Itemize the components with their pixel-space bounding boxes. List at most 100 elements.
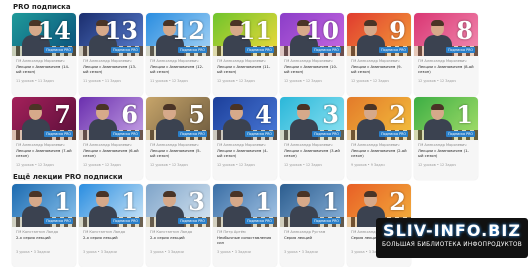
course-stats: 12 уроков • 12 Задач (418, 163, 456, 167)
course-card[interactable]: 6 Подписка PRO ГМ Александр Морозевич Ле… (79, 97, 143, 180)
course-title[interactable]: Лекции с Аминовичем (7-ой сезон) (16, 148, 72, 163)
course-thumbnail[interactable]: 13 Подписка PRO (79, 13, 143, 56)
course-title[interactable]: 2-х серия лекций (150, 235, 206, 250)
course-thumbnail[interactable]: 7 Подписка PRO (12, 97, 76, 140)
course-title[interactable]: Лекции с Аминовичем (14-ый сезон) (16, 64, 72, 79)
season-number: 2 (389, 187, 406, 216)
pro-badge: Подписка PRO (44, 131, 73, 137)
course-card[interactable]: 5 Подписка PRO ГМ Александр Морозевич Ле… (146, 97, 210, 180)
course-title[interactable]: 2-х серия лекций (16, 235, 72, 250)
course-card[interactable]: 1 Подписка PRO ГМ Петр Артём Необычные с… (213, 184, 277, 267)
course-thumbnail[interactable]: 2 Подписка PRO (347, 97, 411, 140)
course-card[interactable]: 12 Подписка PRO ГМ Александр Морозевич Л… (146, 13, 210, 96)
season-number: 13 (104, 16, 138, 45)
pro-badge: Подписка PRO (111, 47, 140, 53)
season-number: 1 (121, 187, 138, 216)
course-thumbnail[interactable]: 14 Подписка PRO (12, 13, 76, 56)
course-card[interactable]: 7 Подписка PRO ГМ Александр Морозевич Ле… (12, 97, 76, 180)
pro-badge: Подписка PRO (44, 218, 73, 224)
season-number: 9 (389, 16, 406, 45)
watermark-text: SLIV-INFO.BIZ (383, 221, 521, 240)
course-card[interactable]: 14 Подписка PRO ГМ Александр Морозевич Л… (12, 13, 76, 96)
pro-badge: Подписка PRO (446, 131, 475, 137)
course-thumbnail[interactable]: 4 Подписка PRO (213, 97, 277, 140)
course-title[interactable]: Лекции с Аминовичем (2-ой сезон) (351, 148, 407, 163)
pro-badge: Подписка PRO (245, 47, 274, 53)
course-thumbnail[interactable]: 6 Подписка PRO (79, 97, 143, 140)
course-card[interactable]: 1 Подписка PRO ГМ Александр Рустам Серия… (280, 184, 344, 267)
season-number: 1 (54, 187, 71, 216)
course-card[interactable]: 1 Подписка PRO ГМ Константин Ландa 2-х с… (79, 184, 143, 267)
course-title[interactable]: Лекции с Аминовичем (10-ый сезон) (284, 64, 340, 79)
pro-badge: Подписка PRO (178, 131, 207, 137)
course-title[interactable]: Лекции с Аминовичем (12-ый сезон) (150, 64, 206, 79)
season-number: 4 (255, 100, 272, 129)
course-stats: 12 уроков • 12 Задач (16, 163, 54, 167)
course-title[interactable]: Лекции с Аминовичем (8-ой сезон) (418, 64, 474, 79)
course-card[interactable]: 8 Подписка PRO ГМ Александр Морозевич Ле… (414, 13, 478, 96)
course-thumbnail[interactable]: 1 Подписка PRO (79, 184, 143, 227)
watermark-subtitle: БОЛЬШАЯ БИБЛИОТЕКА ИНФОПРОДУКТОВ (381, 242, 523, 248)
course-stats: 12 уроков • 12 Задач (150, 163, 188, 167)
course-thumbnail[interactable]: 1 Подписка PRO (414, 97, 478, 140)
course-title[interactable]: 2-х серия лекций (83, 235, 139, 250)
course-thumbnail[interactable]: 3 Подписка PRO (146, 184, 210, 227)
season-number: 10 (305, 16, 339, 45)
course-card[interactable]: 10 Подписка PRO ГМ Александр Морозевич Л… (280, 13, 344, 96)
season-number: 7 (54, 100, 71, 129)
season-number: 11 (238, 16, 272, 45)
course-title[interactable]: Серия лекций (284, 235, 340, 250)
course-title[interactable]: Лекции с Аминовичем (3-ий сезон) (284, 148, 340, 163)
course-thumbnail[interactable]: 1 Подписка PRO (280, 184, 344, 227)
course-stats: 11 уроков • 11 Задач (16, 79, 54, 83)
pro-badge: Подписка PRO (379, 47, 408, 53)
course-thumbnail[interactable]: 10 Подписка PRO (280, 13, 344, 56)
course-card[interactable]: 4 Подписка PRO ГМ Александр Морозевич Ле… (213, 97, 277, 180)
course-card[interactable]: 9 Подписка PRO ГМ Александр Морозевич Ле… (347, 13, 411, 96)
pro-badge: Подписка PRO (245, 218, 274, 224)
pro-badge: Подписка PRO (44, 47, 73, 53)
course-stats: 12 уроков • 12 Задач (217, 163, 255, 167)
course-stats: 12 уроков • 12 Задач (351, 79, 389, 83)
season-number: 5 (188, 100, 205, 129)
season-number: 3 (188, 187, 205, 216)
course-grid-row: 1 Подписка PRO ГМ Константин Ландa 2-х с… (12, 184, 411, 267)
course-thumbnail[interactable]: 8 Подписка PRO (414, 13, 478, 56)
course-thumbnail[interactable]: 9 Подписка PRO (347, 13, 411, 56)
course-thumbnail[interactable]: 1 Подписка PRO (12, 184, 76, 227)
course-title[interactable]: Лекции с Аминовичем (5-ый сезон) (150, 148, 206, 163)
course-card[interactable]: 3 Подписка PRO ГМ Константин Ландa 2-х с… (146, 184, 210, 267)
watermark-banner: SLIV-INFO.BIZ БОЛЬШАЯ БИБЛИОТЕКА ИНФОПРО… (376, 218, 528, 258)
season-number: 1 (456, 100, 473, 129)
course-thumbnail[interactable]: 11 Подписка PRO (213, 13, 277, 56)
course-grid-row: 7 Подписка PRO ГМ Александр Морозевич Ле… (12, 97, 478, 180)
season-number: 14 (37, 16, 71, 45)
pro-badge: Подписка PRO (178, 218, 207, 224)
course-card[interactable]: 1 Подписка PRO ГМ Константин Ландa 2-х с… (12, 184, 76, 267)
course-title[interactable]: Лекции с Аминовичем (6-ой сезон) (83, 148, 139, 163)
course-thumbnail[interactable]: 3 Подписка PRO (280, 97, 344, 140)
course-card[interactable]: 2 Подписка PRO ГМ Александр Морозевич Ле… (347, 97, 411, 180)
pro-badge: Подписка PRO (111, 218, 140, 224)
pro-badge: Подписка PRO (111, 131, 140, 137)
course-thumbnail[interactable]: 5 Подписка PRO (146, 97, 210, 140)
pro-badge: Подписка PRO (312, 131, 341, 137)
season-number: 12 (171, 16, 205, 45)
course-card[interactable]: 13 Подписка PRO ГМ Александр Морозевич Л… (79, 13, 143, 96)
course-thumbnail[interactable]: 1 Подписка PRO (213, 184, 277, 227)
course-title[interactable]: Лекции с Аминовичем (11-ый сезон) (217, 64, 273, 79)
course-title[interactable]: Необычные сопоставления сил (217, 235, 273, 250)
course-card[interactable]: 1 Подписка PRO ГМ Александр Морозевич Ле… (414, 97, 478, 180)
course-title[interactable]: Лекции с Аминовичем (13-ый сезон) (83, 64, 139, 79)
season-number: 1 (322, 187, 339, 216)
pro-badge: Подписка PRO (446, 47, 475, 53)
section-title: PRO подписка (13, 3, 71, 11)
course-title[interactable]: Лекции с Аминовичем (9-ый сезон) (351, 64, 407, 79)
course-card[interactable]: 3 Подписка PRO ГМ Александр Морозевич Ле… (280, 97, 344, 180)
course-title[interactable]: Лекции с Аминовичем (4-ый сезон) (217, 148, 273, 163)
course-title[interactable]: Лекции с Аминовичем (1-ый сезон) (418, 148, 474, 163)
course-stats: 3 урока • 3 Задачи (284, 250, 318, 254)
course-stats: 9 уроков • 9 Задач (351, 163, 385, 167)
course-thumbnail[interactable]: 12 Подписка PRO (146, 13, 210, 56)
course-card[interactable]: 11 Подписка PRO ГМ Александр Морозевич Л… (213, 13, 277, 96)
